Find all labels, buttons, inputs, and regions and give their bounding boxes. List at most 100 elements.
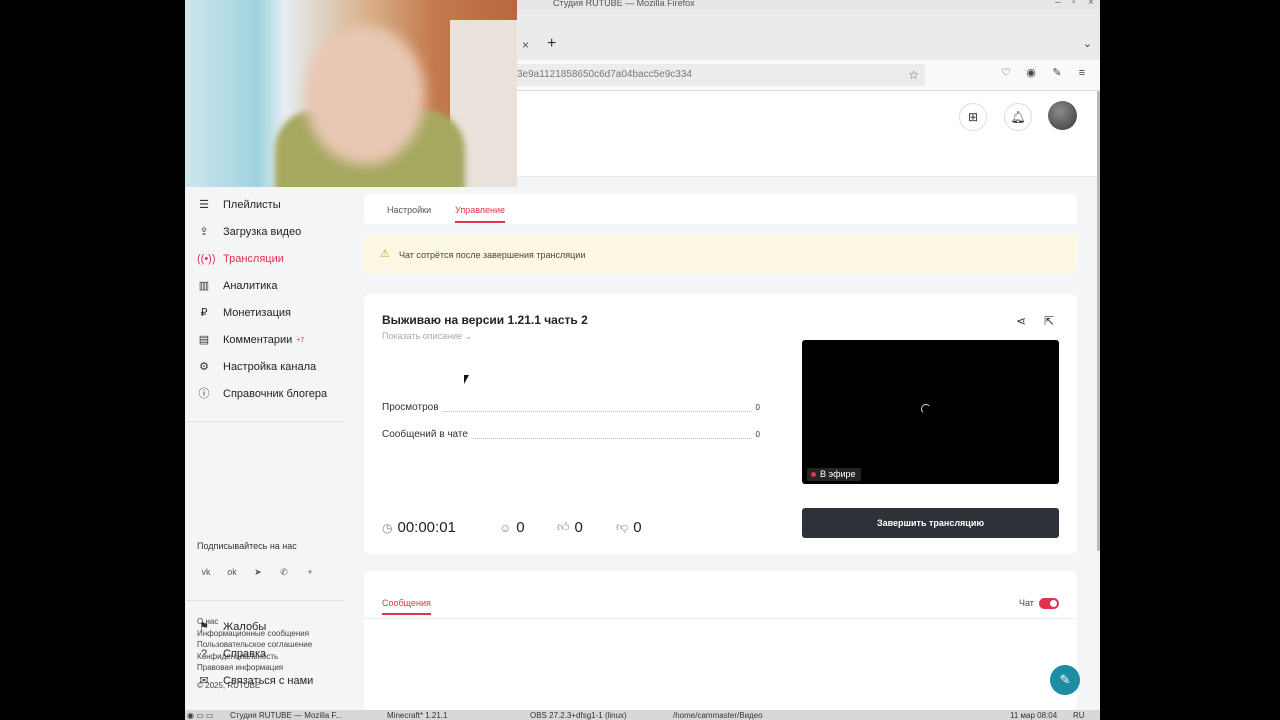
comments-count-badge: +7 — [296, 336, 305, 344]
comment-icon: ▤ — [198, 334, 210, 346]
os-taskbar: ◉ ▭ ▭ Студия RUTUBE — Mozilla F... Minec… — [185, 710, 1100, 720]
sidebar-item-monetization[interactable]: ₽ Монетизация — [197, 303, 291, 323]
ruble-icon: ₽ — [200, 307, 208, 319]
footer-link-privacy[interactable]: Конфиденциальность — [197, 652, 278, 661]
show-description-link[interactable]: Показать описание ⌄ — [382, 331, 472, 342]
sidebar-item-blogger-guide[interactable]: ⓘ Справочник блогера — [197, 384, 328, 404]
sidebar-item-label: Настройка канала — [223, 361, 317, 373]
active-tab-indicator — [382, 613, 431, 615]
stream-duration: ◷ 00:00:01 — [382, 519, 456, 536]
chat-bubble-icon: ✎ — [1059, 672, 1071, 687]
sidebar-divider — [185, 600, 345, 601]
ok-icon[interactable]: ok — [223, 563, 241, 581]
end-stream-button[interactable]: Завершить трансляцию — [802, 508, 1059, 538]
address-bar[interactable]: 3e9a1121858650c6d7a04bacc5e9c334 ☆ — [515, 64, 925, 86]
close-window-icon[interactable]: × — [1088, 0, 1094, 8]
footer-link-agreement[interactable]: Пользовательское соглашение — [197, 640, 312, 649]
share-icon[interactable]: ⋖ — [1016, 314, 1026, 328]
dislikes-counter: 👎︎ 0 — [616, 519, 642, 536]
broadcast-icon: ((•)) — [197, 253, 216, 265]
copyright: © 2025, RUTUBE — [197, 681, 261, 690]
active-tab-indicator — [455, 221, 505, 223]
webcam-overlay — [185, 0, 517, 187]
bookmark-star-icon[interactable]: ☆ — [908, 64, 919, 86]
sidebar-item-analytics[interactable]: ▥ Аналитика — [197, 276, 278, 296]
tab-list-chevron-icon[interactable]: ⌄ — [1083, 37, 1092, 50]
live-badge: В эфире — [807, 468, 861, 481]
stream-title: Выживаю на версии 1.21.1 часть 2 — [382, 313, 588, 327]
footer-link-about[interactable]: О нас — [197, 617, 218, 626]
footer-link-info[interactable]: Информационные сообщения — [197, 629, 309, 638]
webcam-person-face — [305, 25, 425, 165]
tab-messages[interactable]: Сообщения — [382, 598, 431, 608]
new-tab-button[interactable]: + — [547, 35, 556, 53]
notifications-button[interactable]: 🔔︎ — [1004, 103, 1032, 131]
tab-manage[interactable]: Управление — [455, 205, 505, 215]
support-chat-button[interactable]: ✎ — [1050, 665, 1080, 695]
viewers-value: 0 — [516, 519, 525, 536]
sidebar-item-label: Аналитика — [223, 280, 278, 292]
stat-label: Сообщений в чате — [382, 429, 472, 440]
taskbar-clock: 11 мар 08:04 — [1010, 711, 1058, 720]
sidebar-item-upload[interactable]: ⇪ Загрузка видео — [197, 222, 301, 242]
minimize-icon[interactable]: – — [1055, 0, 1061, 8]
tab-close-icon[interactable]: × — [522, 38, 529, 52]
stream-card: Выживаю на версии 1.21.1 часть 2 Показат… — [364, 294, 1077, 554]
chat-toggle[interactable] — [1039, 598, 1059, 609]
page-scrollbar[interactable] — [1097, 91, 1100, 551]
taskbar-item-obs[interactable]: OBS 27.2.3+dfsg1-1 (linux) — [530, 711, 627, 720]
sidebar-item-broadcasts[interactable]: ((•)) Трансляции — [197, 249, 284, 269]
taskbar-item-minecraft[interactable]: Minecraft* 1.21.1 — [387, 711, 447, 720]
taskbar-item-files[interactable]: /home/cammaster/Видео — [673, 711, 763, 720]
vk-icon[interactable]: vk — [197, 563, 215, 581]
sidebar-item-channel-settings[interactable]: ⚙ Настройка канала — [197, 357, 316, 377]
playlist-icon: ☰ — [199, 199, 209, 211]
stream-tabs: Настройки Управление — [364, 194, 1077, 224]
menu-hamburger-icon[interactable]: ≡ — [1075, 66, 1089, 80]
sidebar-item-label: Загрузка видео — [223, 226, 302, 238]
taskbar-lang[interactable]: RU — [1073, 711, 1085, 720]
account-icon[interactable]: ◉ — [1024, 66, 1038, 80]
plus-square-icon: ⊞ — [967, 110, 979, 124]
warning-icon: ⚠ — [380, 248, 390, 260]
stat-chat-messages: Сообщений в чате 0 — [382, 429, 760, 443]
pocket-icon[interactable]: ♡ — [999, 66, 1013, 80]
extensions-icon[interactable]: ✎ — [1050, 66, 1064, 80]
viber-icon[interactable]: ✆ — [275, 563, 293, 581]
show-description-label: Показать описание — [382, 331, 463, 341]
likes-value: 0 — [574, 519, 583, 536]
gear-icon: ⚙ — [199, 361, 209, 373]
duration-value: 00:00:01 — [397, 519, 456, 536]
sidebar-item-label: Справочник блогера — [223, 388, 328, 400]
viewer-icon: ☺ — [499, 520, 512, 535]
window-title: Студия RUTUBE — Mozilla Firefox — [553, 0, 695, 8]
plus-icon[interactable]: + — [301, 563, 319, 581]
avatar[interactable] — [1048, 101, 1077, 130]
add-content-button[interactable]: ⊞ — [959, 103, 987, 131]
mouse-cursor — [464, 375, 469, 384]
maximize-icon[interactable]: ▫ — [1072, 0, 1076, 8]
url-text: 3e9a1121858650c6d7a04bacc5e9c334 — [517, 69, 692, 80]
start-menu-icon[interactable]: ◉ ▭ ▭ — [187, 711, 214, 720]
stream-preview-player[interactable]: В эфире — [802, 340, 1059, 484]
sidebar-item-comments[interactable]: ▤ Комментарии +7 — [197, 330, 304, 350]
chat-divider — [364, 618, 1077, 619]
warning-text: Чат сотрётся после завершения трансляции — [399, 250, 586, 260]
sidebar-item-label: Плейлисты — [223, 199, 281, 211]
stat-value: 0 — [751, 430, 760, 439]
stat-views: Просмотров 0 — [382, 402, 760, 416]
chat-panel: Сообщения Чат — [364, 571, 1077, 710]
external-link-icon[interactable]: ⇱ — [1044, 314, 1054, 328]
footer-link-legal[interactable]: Правовая информация — [197, 663, 283, 672]
tab-settings[interactable]: Настройки — [387, 205, 431, 215]
sidebar-item-playlists[interactable]: ☰ Плейлисты — [197, 195, 281, 215]
loading-spinner-icon — [921, 404, 931, 414]
taskbar-item-firefox[interactable]: Студия RUTUBE — Mozilla F... — [230, 711, 342, 720]
help-book-icon: ⓘ — [198, 388, 210, 400]
upload-icon: ⇪ — [199, 226, 209, 238]
telegram-icon[interactable]: ➤ — [249, 563, 267, 581]
stat-label: Просмотров — [382, 402, 443, 413]
analytics-icon: ▥ — [198, 280, 210, 292]
chat-warning-banner: ⚠ Чат сотрётся после завершения трансляц… — [364, 234, 1077, 274]
clock-icon: ◷ — [382, 520, 393, 535]
